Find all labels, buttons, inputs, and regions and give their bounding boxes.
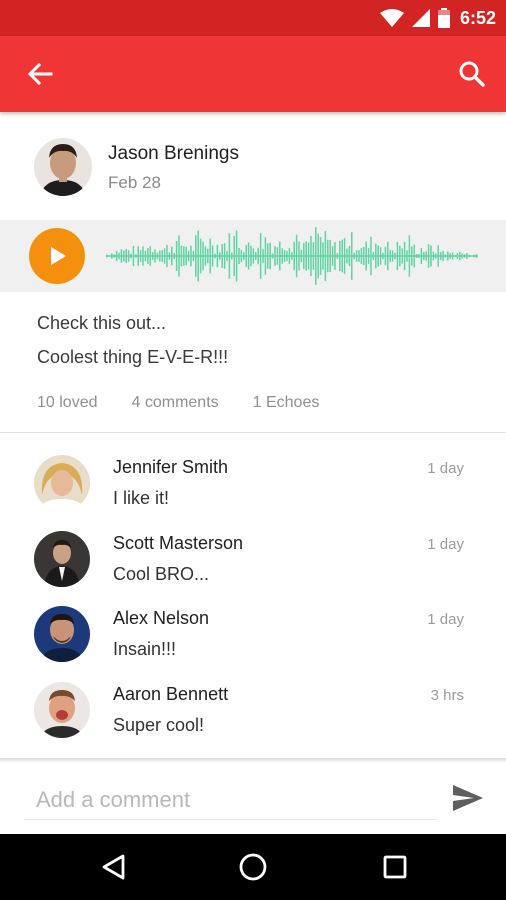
- send-button[interactable]: [450, 782, 486, 814]
- comment-item: Jennifer Smith I like it! 1 day: [0, 455, 506, 531]
- post-stats: 10 loved 4 comments 1 Echoes: [37, 394, 353, 412]
- comment-item: Scott Masterson Cool BRO... 1 day: [0, 531, 506, 607]
- battery-icon: [437, 8, 450, 28]
- search-icon: [459, 61, 485, 87]
- post-author-name[interactable]: Jason Brenings: [108, 143, 239, 165]
- post-header: Jason Brenings Feb 28: [0, 112, 506, 220]
- recents-square-icon: [383, 855, 407, 879]
- commenter-name[interactable]: Scott Masterson: [113, 533, 243, 554]
- commenter-name[interactable]: Alex Nelson: [113, 608, 209, 629]
- status-time: 6:52: [459, 7, 496, 28]
- commenter-avatar[interactable]: [34, 606, 90, 662]
- comment-input[interactable]: [24, 780, 436, 820]
- commenter-avatar[interactable]: [34, 531, 90, 587]
- commenter-name[interactable]: Jennifer Smith: [113, 457, 228, 478]
- send-icon: [453, 785, 483, 811]
- comments-count[interactable]: 4 comments: [132, 394, 219, 412]
- home-circle-icon: [239, 853, 267, 881]
- nav-back-button[interactable]: [97, 851, 129, 883]
- comment-item: Aaron Bennett Super cool! 3 hrs: [0, 682, 506, 758]
- comment-time: 3 hrs: [430, 687, 464, 704]
- author-avatar[interactable]: [34, 138, 92, 196]
- wifi-icon: [379, 9, 404, 27]
- audio-player: [0, 220, 506, 292]
- echoes-count[interactable]: 1 Echoes: [253, 394, 320, 412]
- comment-composer: [0, 762, 506, 834]
- divider: [0, 432, 506, 433]
- post-date: Feb 28: [108, 173, 161, 192]
- audio-waveform[interactable]: [106, 226, 478, 286]
- play-button[interactable]: [29, 228, 85, 284]
- search-button[interactable]: [452, 54, 492, 94]
- comment-text: I like it!: [113, 488, 170, 508]
- arrow-left-icon: [27, 62, 53, 86]
- comment-item: Alex Nelson Insain!!! 1 day: [0, 606, 506, 682]
- nav-home-button[interactable]: [237, 851, 269, 883]
- play-icon: [51, 247, 66, 265]
- comment-time: 1 day: [427, 460, 464, 477]
- comment-text: Super cool!: [113, 715, 205, 735]
- commenter-name[interactable]: Aaron Bennett: [113, 684, 228, 705]
- commenter-avatar[interactable]: [34, 682, 90, 738]
- comment-time: 1 day: [427, 611, 464, 628]
- comment-text: Insain!!!: [113, 639, 177, 659]
- post-text-line: Check this out...: [37, 313, 167, 333]
- cell-signal-icon: [411, 9, 430, 27]
- loved-count[interactable]: 10 loved: [37, 394, 98, 412]
- back-triangle-icon: [102, 854, 125, 880]
- system-nav-bar: [0, 834, 506, 900]
- status-bar: 6:52: [0, 0, 506, 36]
- nav-recents-button[interactable]: [379, 851, 411, 883]
- comment-time: 1 day: [427, 536, 464, 553]
- commenter-avatar[interactable]: [34, 455, 90, 511]
- app-bar: [0, 36, 506, 112]
- comment-text: Cool BRO...: [113, 564, 210, 584]
- back-button[interactable]: [20, 56, 60, 92]
- post-text-line: Coolest thing E-V-E-R!!!: [37, 347, 229, 367]
